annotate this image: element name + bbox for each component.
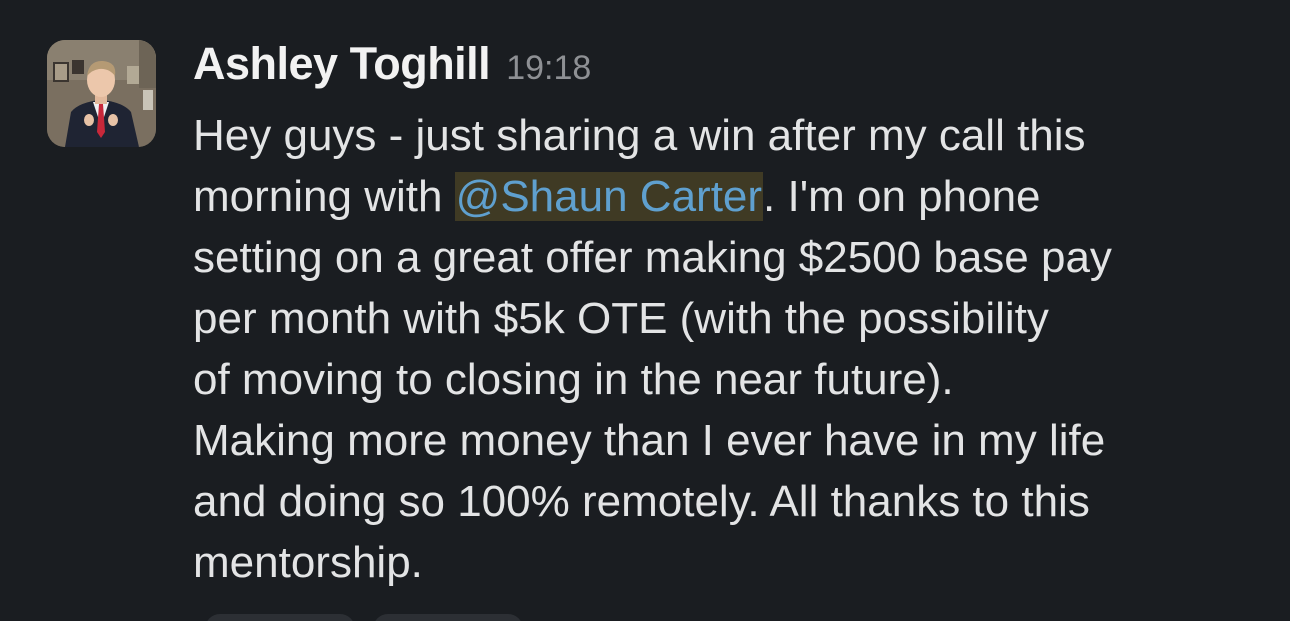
- message-line: per month with $5k OTE (with the possibi…: [193, 294, 1049, 343]
- message-line: mentorship.: [193, 538, 423, 587]
- author-name[interactable]: Ashley Toghill: [193, 38, 491, 90]
- chat-message: Ashley Toghill 19:18 Hey guys - just sha…: [0, 0, 1290, 621]
- avatar-photo: [47, 40, 156, 147]
- reaction-button[interactable]: [373, 614, 523, 621]
- user-mention[interactable]: @Shaun Carter: [454, 172, 764, 221]
- message-line: setting on a great offer making $2500 ba…: [193, 233, 1112, 282]
- message-timestamp[interactable]: 19:18: [506, 49, 591, 88]
- reactions-row: [205, 614, 523, 621]
- message-line: Making more money than I ever have in my…: [193, 416, 1106, 465]
- message-line: of moving to closing in the near future)…: [193, 355, 954, 404]
- message-line: morning with @Shaun Carter. I'm on phone: [193, 166, 1268, 227]
- message-line: and doing so 100% remotely. All thanks t…: [193, 477, 1090, 526]
- avatar[interactable]: [47, 40, 156, 147]
- message-body: Hey guys - just sharing a win after my c…: [193, 105, 1268, 593]
- message-text-segment: . I'm on phone: [763, 172, 1041, 221]
- message-text-segment: morning with: [193, 172, 455, 221]
- message-header: Ashley Toghill 19:18: [193, 38, 591, 102]
- reaction-button[interactable]: [205, 614, 355, 621]
- message-line: Hey guys - just sharing a win after my c…: [193, 111, 1086, 160]
